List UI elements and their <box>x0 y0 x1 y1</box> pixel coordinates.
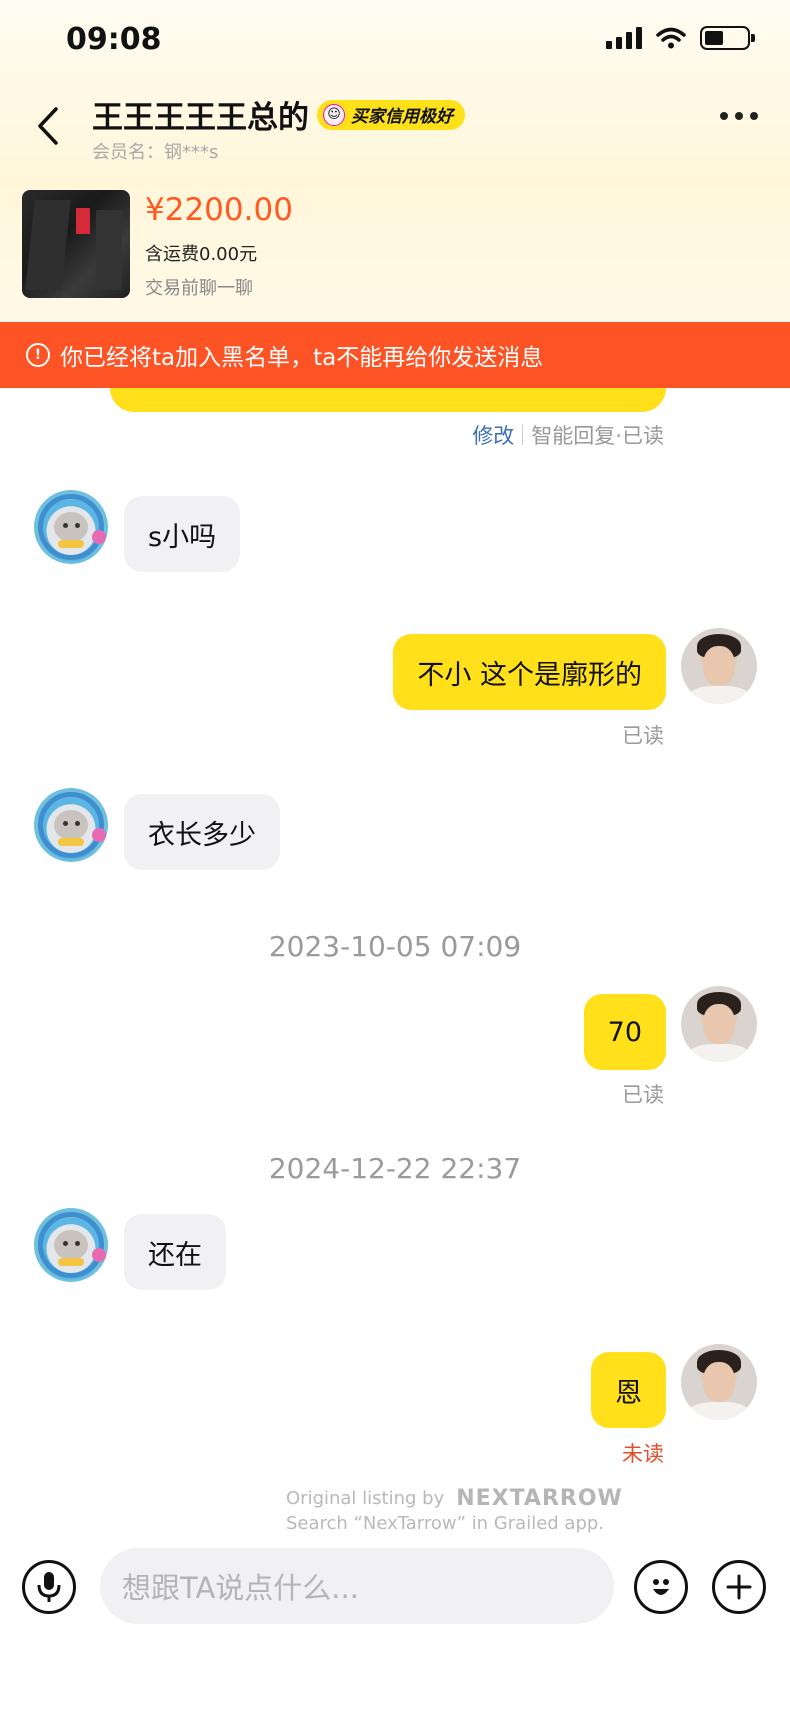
battery-icon <box>700 26 755 50</box>
auto-reply-status: 智能回复·已读 <box>531 424 664 448</box>
status-icons <box>606 26 755 50</box>
wifi-icon <box>656 27 686 49</box>
blacklist-text: 你已经将ta加入黑名单，ta不能再给你发送消息 <box>60 345 544 371</box>
edit-link[interactable]: 修改 <box>472 420 514 450</box>
message-timestamp: 2023-10-05 07:09 <box>268 930 522 963</box>
read-status: 已读 <box>622 1083 664 1107</box>
seller-avatar[interactable] <box>681 628 757 704</box>
message-bubble-outgoing[interactable]: 不小 这个是廓形的 <box>393 634 666 710</box>
buyer-avatar[interactable] <box>34 788 108 862</box>
blacklist-banner: ! 你已经将ta加入黑名单，ta不能再给你发送消息 <box>0 322 790 388</box>
message-input[interactable]: 想跟TA说点什么... <box>100 1548 614 1624</box>
buyer-avatar[interactable] <box>34 490 108 564</box>
unread-status: 未读 <box>622 1442 664 1466</box>
signal-icon <box>606 27 642 49</box>
watermark: Original listing by NEXTARROW Search “Ne… <box>286 1486 626 1534</box>
message-timestamp: 2024-12-22 22:37 <box>268 1152 522 1185</box>
product-thumbnail[interactable] <box>22 190 130 298</box>
plus-button[interactable] <box>712 1560 766 1614</box>
product-price: ¥2200.00 <box>145 192 293 228</box>
warning-icon: ! <box>26 343 50 367</box>
watermark-line2: Search “NexTarrow” in Grailed app. <box>286 1513 605 1534</box>
more-dot-icon <box>750 112 758 120</box>
emoji-button[interactable] <box>634 1560 688 1614</box>
divider <box>522 425 524 445</box>
buyer-avatar[interactable] <box>34 1208 108 1282</box>
more-dot-icon <box>735 112 743 120</box>
more-dot-icon <box>720 112 728 120</box>
message-meta: 修改 智能回复·已读 <box>472 420 664 450</box>
read-status: 已读 <box>622 724 664 748</box>
more-button[interactable] <box>720 112 758 120</box>
seller-avatar[interactable] <box>681 986 757 1062</box>
message-bubble-incoming[interactable]: s小吗 <box>124 496 241 572</box>
status-time: 09:08 <box>66 22 162 57</box>
microphone-icon <box>37 1572 61 1602</box>
smiley-icon: ☺ <box>323 103 345 126</box>
emoji-icon <box>653 1579 669 1595</box>
chat-note: 交易前聊一聊 <box>145 278 253 299</box>
watermark-brand: NEXTARROW <box>456 1486 623 1511</box>
message-bubble-incoming[interactable]: 衣长多少 <box>124 794 280 870</box>
microphone-button[interactable] <box>22 1560 76 1614</box>
title-row: 王王王王王总的 ☺ 买家信用极好 <box>92 92 465 137</box>
message-bubble-outgoing[interactable]: 恩 <box>591 1352 666 1428</box>
chevron-left-icon <box>38 107 58 145</box>
credit-badge-label: 买家信用极好 <box>351 107 453 127</box>
message-bubble-outgoing[interactable]: 70 <box>583 994 666 1070</box>
credit-badge[interactable]: ☺ 买家信用极好 <box>317 99 465 130</box>
shipping-fee: 含运费0.00元 <box>145 244 258 265</box>
chat-title[interactable]: 王王王王王总的 <box>92 92 309 137</box>
watermark-line1: Original listing by <box>286 1488 445 1509</box>
message-bubble-incoming[interactable]: 还在 <box>124 1214 226 1290</box>
seller-avatar[interactable] <box>681 1344 757 1420</box>
member-name: 会员名：钢***s <box>92 142 219 163</box>
back-button[interactable] <box>28 100 68 152</box>
plus-icon <box>726 1574 752 1600</box>
